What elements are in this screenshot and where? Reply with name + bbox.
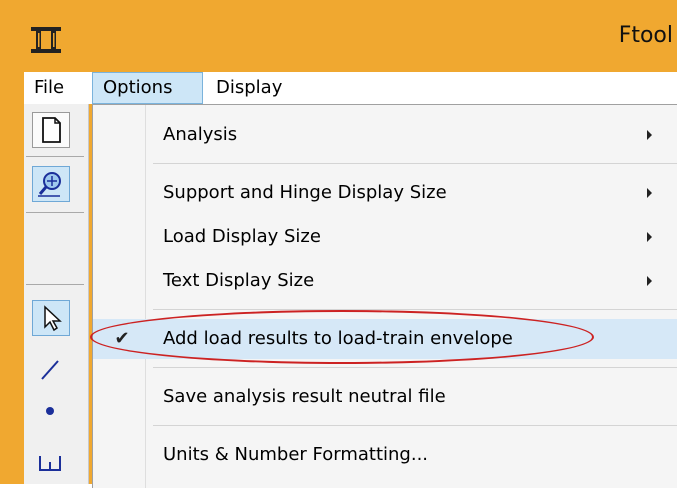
select-pointer-button[interactable] bbox=[32, 300, 70, 336]
menu-separator bbox=[153, 309, 677, 310]
draw-line-button[interactable] bbox=[32, 352, 70, 386]
toolbar-separator bbox=[26, 156, 84, 157]
submenu-arrow-icon bbox=[647, 188, 652, 198]
menu-item-label: Add load results to load-train envelope bbox=[163, 328, 513, 349]
options-dropdown-menu: Analysis Support and Hinge Display Size … bbox=[92, 104, 677, 488]
toolbar-separator bbox=[26, 284, 84, 285]
menu-item-label: Units & Number Formatting... bbox=[163, 444, 429, 465]
checkmark-icon: ✔ bbox=[114, 328, 130, 349]
new-document-button[interactable] bbox=[32, 112, 70, 148]
menu-bar: File Options Display bbox=[24, 72, 677, 104]
menu-item-text-display-size[interactable]: Text Display Size bbox=[93, 261, 677, 301]
menu-item-label: Text Display Size bbox=[163, 270, 315, 291]
submenu-arrow-icon bbox=[647, 232, 652, 242]
zoom-fit-button[interactable] bbox=[32, 166, 70, 202]
ftool-logo-icon[interactable] bbox=[30, 26, 62, 54]
select-pointer-icon bbox=[44, 305, 62, 332]
submenu-arrow-icon bbox=[647, 130, 652, 140]
menu-separator bbox=[153, 425, 677, 426]
toolbar-separator bbox=[26, 212, 84, 213]
submenu-arrow-icon bbox=[647, 276, 652, 286]
menu-display[interactable]: Display bbox=[206, 72, 306, 104]
menu-file[interactable]: File bbox=[24, 72, 90, 104]
menu-item-label: Analysis bbox=[163, 124, 238, 145]
new-document-icon bbox=[42, 117, 61, 143]
menu-item-analysis[interactable]: Analysis bbox=[93, 115, 677, 155]
draw-line-icon bbox=[41, 360, 59, 380]
menu-item-load-display-size[interactable]: Load Display Size bbox=[93, 217, 677, 257]
menu-item-units-number-formatting[interactable]: Units & Number Formatting... bbox=[93, 435, 677, 475]
window-title: Ftool bbox=[618, 23, 673, 48]
title-bar: Ftool bbox=[12, 0, 677, 72]
menu-separator bbox=[153, 367, 677, 368]
menu-separator bbox=[153, 163, 677, 164]
menu-item-save-analysis-neutral-file[interactable]: Save analysis result neutral file bbox=[93, 377, 677, 417]
window-frame-left bbox=[0, 0, 12, 484]
menu-item-label: Support and Hinge Display Size bbox=[163, 182, 447, 203]
node-button[interactable] bbox=[32, 394, 70, 428]
menu-options[interactable]: Options bbox=[92, 72, 203, 104]
app-window: Ftool File Options Display Analysis Supp… bbox=[0, 0, 677, 488]
support-button[interactable] bbox=[32, 440, 70, 474]
left-toolbar bbox=[24, 104, 89, 484]
menu-item-label: Load Display Size bbox=[163, 226, 321, 247]
node-icon bbox=[46, 407, 54, 415]
zoom-fit-icon bbox=[38, 172, 61, 197]
menu-item-add-load-results[interactable]: ✔ Add load results to load-train envelop… bbox=[93, 319, 677, 359]
menu-item-label: Save analysis result neutral file bbox=[163, 386, 446, 407]
support-icon bbox=[39, 456, 61, 471]
menu-item-support-hinge-display-size[interactable]: Support and Hinge Display Size bbox=[93, 173, 677, 213]
